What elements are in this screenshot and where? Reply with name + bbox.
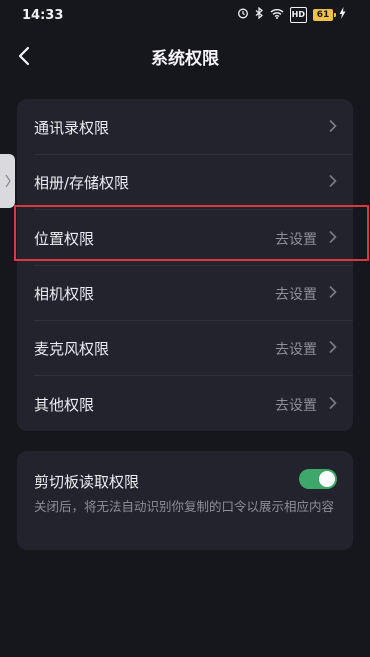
permission-row-other[interactable]: 其他权限 去设置 — [17, 376, 353, 431]
chevron-right-icon — [329, 340, 337, 354]
status-bar: 14:33 HD 61 — [0, 0, 370, 30]
clipboard-title: 剪切板读取权限 — [34, 473, 140, 491]
permission-label: 其他权限 — [34, 396, 95, 414]
permission-row-microphone[interactable]: 麦克风权限 去设置 — [17, 320, 353, 375]
battery-icon: 61 — [313, 9, 336, 21]
permission-status: 去设置 — [275, 398, 317, 414]
side-drawer-handle[interactable] — [0, 154, 15, 208]
chevron-right-icon — [329, 174, 337, 188]
permission-row-album-storage[interactable]: 相册/存储权限 — [17, 154, 353, 209]
charging-icon — [339, 7, 346, 23]
bluetooth-icon — [255, 6, 264, 23]
clipboard-card: 剪切板读取权限 关闭后，将无法自动识别你复制的口令以展示相应内容 — [17, 451, 353, 550]
chevron-right-icon — [329, 396, 337, 410]
alarm-icon — [237, 7, 249, 23]
page-title: 系统权限 — [151, 49, 219, 69]
clipboard-description: 关闭后，将无法自动识别你复制的口令以展示相应内容 — [34, 499, 335, 514]
permission-label: 相机权限 — [34, 285, 95, 303]
location-highlight-box — [14, 205, 369, 261]
permission-status: 去设置 — [275, 287, 317, 303]
clipboard-toggle[interactable] — [299, 469, 337, 489]
chevron-right-icon — [329, 119, 337, 133]
permission-label: 通讯录权限 — [34, 119, 110, 137]
permission-label: 相册/存储权限 — [34, 174, 130, 192]
permission-label: 麦克风权限 — [34, 340, 110, 358]
permissions-card: 通讯录权限 相册/存储权限 位置权限 去设置 相机权限 去设置 麦克风权限 去设… — [17, 99, 353, 431]
chevron-right-icon — [329, 285, 337, 299]
wifi-icon — [270, 8, 284, 23]
status-icons: HD 61 — [237, 6, 346, 23]
hd-icon: HD — [289, 7, 307, 23]
toggle-knob — [319, 471, 335, 487]
permission-status: 去设置 — [275, 342, 317, 358]
permission-row-camera[interactable]: 相机权限 去设置 — [17, 265, 353, 320]
header: 系统权限 — [0, 30, 370, 82]
permission-row-contacts[interactable]: 通讯录权限 — [17, 99, 353, 154]
chevron-right-icon — [5, 174, 11, 188]
status-time: 14:33 — [22, 8, 64, 23]
